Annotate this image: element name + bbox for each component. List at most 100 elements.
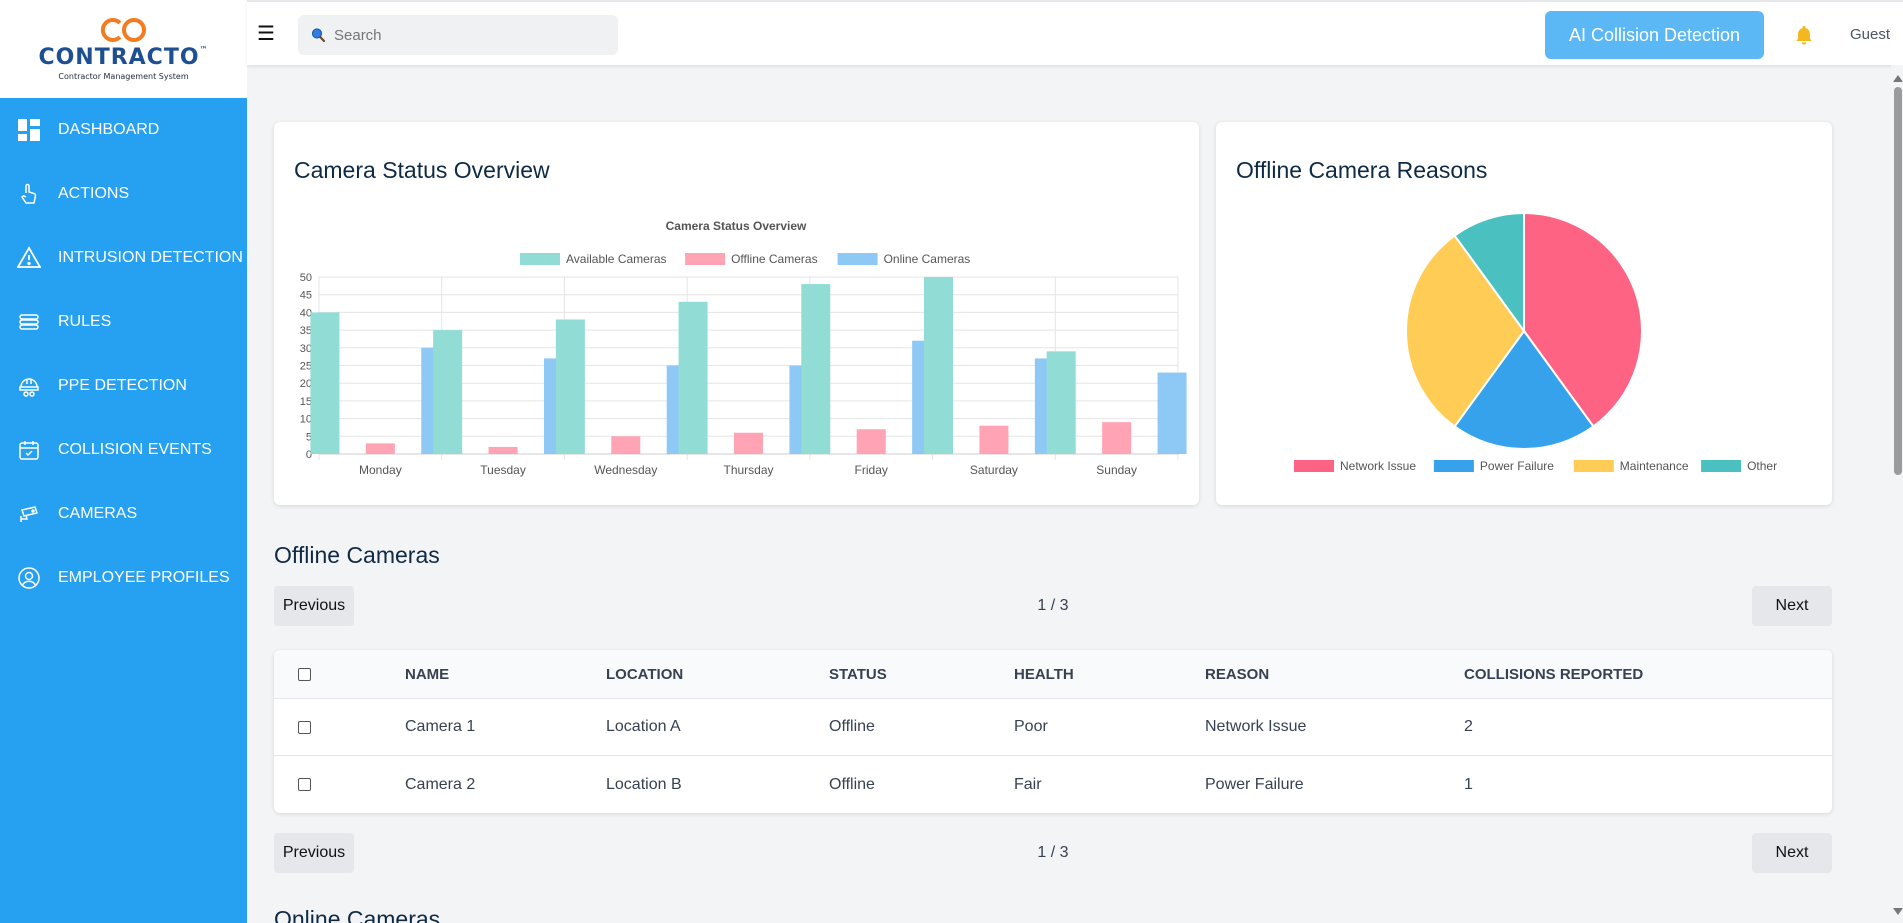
camera-collisions: 2	[1464, 718, 1473, 735]
select-all-checkbox[interactable]	[298, 667, 311, 681]
x-tick-label: Saturday	[970, 463, 1018, 477]
brand-name: CONTRACTO™	[38, 45, 209, 70]
search-box[interactable]	[298, 15, 618, 55]
column-header-health[interactable]: HEALTH	[1014, 666, 1074, 683]
previous-button[interactable]: Previous	[274, 586, 354, 626]
brand-logo[interactable]: CONTRACTO™ Contractor Management System	[0, 0, 247, 98]
legend-item: Online Cameras	[837, 252, 970, 266]
column-header-name[interactable]: NAME	[405, 666, 449, 683]
previous-button[interactable]: Previous	[274, 833, 354, 873]
camera-health: Fair	[1014, 775, 1042, 793]
warning-icon	[17, 246, 41, 270]
camera-reason: Network Issue	[1205, 718, 1307, 735]
bar	[979, 425, 1009, 454]
topbar: ☰ AI Collision Detection Guest	[247, 0, 1903, 65]
scroll-up-arrow-icon[interactable]	[1893, 75, 1903, 82]
ai-collision-detection-button[interactable]: AI Collision Detection	[1545, 11, 1764, 59]
scroll-thumb[interactable]	[1894, 87, 1902, 475]
sidebar-item-label: EMPLOYEE PROFILES	[58, 569, 230, 586]
sidebar-item-label: INTRUSION DETECTION	[58, 249, 243, 266]
column-header-reason[interactable]: REASON	[1205, 666, 1269, 683]
offline-reasons-pie-chart: Network Issue Power Failure Maintenance Oth…	[1294, 211, 1777, 473]
sidebar-item-label: ACTIONS	[58, 185, 130, 202]
column-header-location[interactable]: LOCATION	[606, 666, 683, 683]
row-checkbox[interactable]	[298, 720, 311, 734]
bar	[433, 330, 463, 454]
camera-status-bar-chart: Camera Status Overview Available Cameras O…	[300, 219, 1187, 477]
next-button[interactable]: Next	[1752, 586, 1832, 626]
bar	[1046, 351, 1076, 454]
legend-label: Other	[1747, 459, 1777, 473]
table-header: NAME LOCATION STATUS HEALTH REASON COLLI…	[274, 650, 1832, 699]
hand-pointer-icon	[17, 182, 41, 206]
table-row[interactable]: Camera 1 Location A Offline Poor Network…	[274, 699, 1832, 756]
search-input[interactable]	[334, 26, 594, 44]
offline-cameras-title: Offline Cameras	[274, 542, 440, 568]
legend-swatch	[1701, 460, 1742, 472]
menu-toggle-button[interactable]: ☰	[257, 24, 275, 44]
camera-name: Camera 1	[405, 718, 476, 735]
legend-item: Available Cameras	[520, 252, 667, 266]
legend-swatch	[685, 253, 726, 265]
sidebar-item-label: DASHBOARD	[58, 121, 160, 138]
camera-status: Offline	[829, 775, 875, 793]
offline-pager-top: Previous 1 / 3 Next	[274, 586, 1832, 626]
row-checkbox[interactable]	[298, 778, 311, 791]
legend-label: Network Issue	[1340, 459, 1416, 473]
column-header-collisions[interactable]: COLLISIONS REPORTED	[1464, 666, 1643, 683]
y-tick-label: 45	[300, 290, 312, 302]
x-tick-label: Thursday	[723, 463, 773, 477]
bar	[611, 436, 641, 454]
sidebar-item-collision-events[interactable]: COLLISION EVENTS	[0, 418, 247, 482]
page-scrollbar[interactable]	[1891, 65, 1903, 923]
sidebar-item-ppe-detection[interactable]: PPE DETECTION	[0, 354, 247, 418]
sidebar-item-label: PPE DETECTION	[58, 377, 187, 394]
legend-item: Maintenance	[1573, 459, 1689, 473]
sidebar-item-label: COLLISION EVENTS	[58, 441, 212, 458]
sidebar-item-employee-profiles[interactable]: EMPLOYEE PROFILES	[0, 546, 247, 610]
page-info: 1 / 3	[1037, 844, 1069, 861]
camera-name: Camera 2	[405, 775, 476, 793]
brand-subtitle: Contractor Management System	[58, 72, 189, 81]
sidebar-item-label: RULES	[58, 313, 112, 330]
legend-swatch	[1433, 460, 1474, 472]
legend-item: Other	[1701, 459, 1777, 473]
sidebar-item-dashboard[interactable]: DASHBOARD	[0, 98, 247, 162]
page-info: 1 / 3	[1037, 597, 1069, 614]
bell-icon[interactable]	[1793, 24, 1815, 46]
sidebar-item-actions[interactable]: ACTIONS	[0, 162, 247, 226]
bar	[678, 301, 708, 454]
y-tick-label: 40	[300, 307, 312, 319]
column-header-status[interactable]: STATUS	[829, 666, 887, 683]
camera-health: Poor	[1014, 718, 1048, 735]
sidebar-item-cameras[interactable]: CAMERAS	[0, 482, 247, 546]
x-tick-label: Friday	[855, 463, 888, 477]
x-tick-label: Wednesday	[594, 463, 657, 477]
bar	[924, 277, 953, 454]
sidebar-item-rules[interactable]: RULES	[0, 290, 247, 354]
scroll-down-arrow-icon[interactable]	[1893, 908, 1903, 915]
camera-reason: Power Failure	[1205, 775, 1304, 793]
legend-item: Offline Cameras	[685, 252, 818, 266]
offline-pager-bottom: Previous 1 / 3 Next	[274, 833, 1832, 873]
bar	[734, 432, 763, 454]
camera-location: Location A	[606, 718, 681, 735]
user-circle-icon	[17, 566, 41, 590]
bar	[365, 443, 395, 454]
bar	[555, 319, 585, 454]
camera-icon	[17, 502, 41, 526]
legend-swatch	[1294, 460, 1334, 472]
y-tick-label: 35	[300, 325, 312, 337]
table-row[interactable]: Camera 2 Location B Offline Fair Power F…	[274, 756, 1832, 813]
sidebar-item-intrusion-detection[interactable]: INTRUSION DETECTION	[0, 226, 247, 290]
camera-collisions: 1	[1464, 775, 1473, 793]
x-tick-label: Monday	[359, 463, 402, 477]
y-tick-label: 25	[300, 361, 312, 373]
offline-cameras-table: NAME LOCATION STATUS HEALTH REASON COLLI…	[274, 650, 1832, 813]
sidebar-nav: DASHBOARD ACTIONS INTRUSION DETECTION RU…	[0, 98, 247, 610]
user-name[interactable]: Guest	[1850, 26, 1890, 43]
legend-label: Offline Cameras	[731, 252, 817, 266]
offline-reasons-card: Offline Camera Reasons Network Issue Powe…	[1216, 122, 1832, 505]
next-button[interactable]: Next	[1752, 833, 1832, 873]
legend-swatch	[520, 253, 560, 265]
